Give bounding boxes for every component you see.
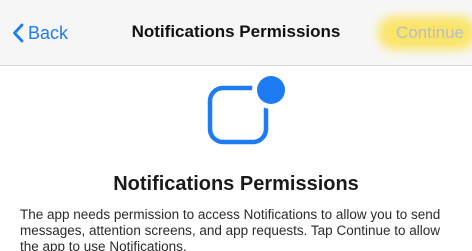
back-button[interactable]: Back <box>12 19 68 47</box>
page-title: Notifications Permissions <box>113 173 359 195</box>
navigation-bar: Back Notifications Permissions Continue <box>0 0 472 66</box>
continue-button-label: Continue <box>395 23 464 42</box>
permissions-screen: Back Notifications Permissions Continue … <box>0 0 472 251</box>
notification-badge-icon <box>207 74 289 145</box>
chevron-left-icon <box>13 23 24 43</box>
permission-description: The app needs permission to access Notif… <box>20 207 441 251</box>
back-button-label: Back <box>28 23 69 43</box>
continue-button[interactable]: Continue <box>377 16 472 50</box>
